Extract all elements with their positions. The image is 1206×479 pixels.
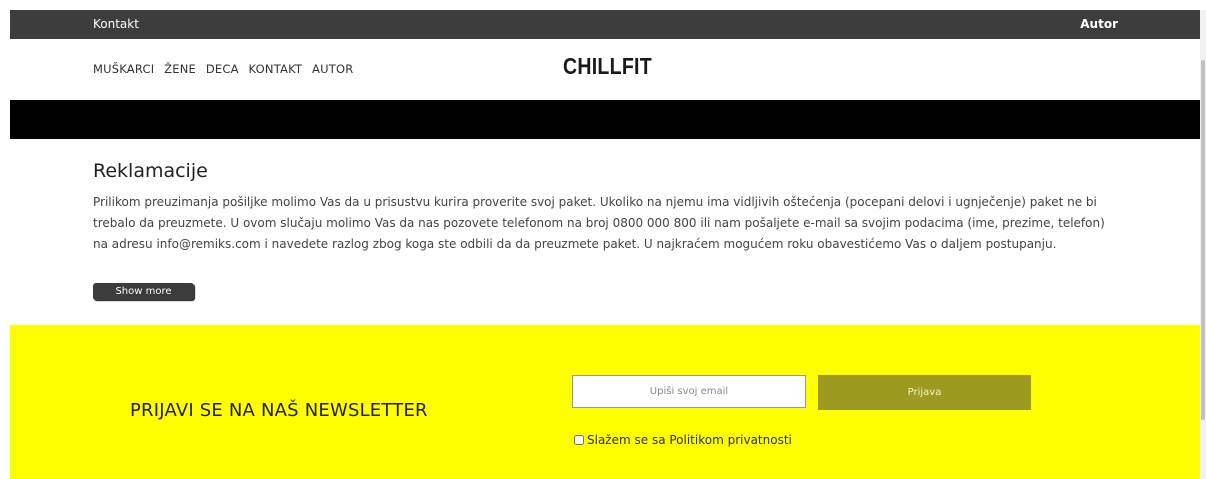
top-autor-link[interactable]: Autor	[1080, 17, 1118, 31]
nav-item-kontakt[interactable]: KONTAKT	[249, 62, 303, 76]
show-more-button[interactable]: Show more	[93, 283, 194, 300]
nav-menu: MUŠKARCI ŽENE DECA KONTAKT AUTOR	[93, 62, 359, 76]
nav-item-deca[interactable]: DECA	[206, 62, 239, 76]
page-scrollbar[interactable]	[1200, 10, 1206, 479]
nav-item-zene[interactable]: ŽENE	[164, 62, 196, 76]
newsletter-title: PRIJAVI SE NA NAŠ NEWSLETTER	[130, 400, 428, 421]
black-banner	[10, 100, 1200, 139]
privacy-checkbox[interactable]	[574, 435, 584, 445]
section-body: Prilikom preuzimanja pošiljke molimo Vas…	[93, 195, 1105, 251]
section-title: Reklamacije	[93, 160, 208, 182]
main-navigation: MUŠKARCI ŽENE DECA KONTAKT AUTOR CHILLFI…	[10, 39, 1200, 100]
site-logo[interactable]: CHILLFIT	[563, 53, 652, 80]
nav-item-autor[interactable]: AUTOR	[312, 62, 353, 76]
newsletter-submit-button[interactable]: Prijava	[818, 375, 1031, 410]
complaints-section: Reklamacije Prilikom preuzimanja pošiljk…	[93, 160, 1108, 255]
scrollbar-thumb[interactable]	[1201, 60, 1205, 420]
top-bar: Kontakt Autor	[10, 10, 1200, 39]
privacy-consent[interactable]: Slažem se sa Politikom privatnosti	[574, 433, 792, 447]
top-kontakt-link[interactable]: Kontakt	[93, 17, 139, 31]
privacy-label: Slažem se sa Politikom privatnosti	[587, 433, 792, 447]
newsletter-section: PRIJAVI SE NA NAŠ NEWSLETTER Prijava Sla…	[10, 325, 1200, 479]
newsletter-email-input[interactable]	[572, 375, 806, 408]
nav-item-muskarci[interactable]: MUŠKARCI	[93, 62, 154, 76]
